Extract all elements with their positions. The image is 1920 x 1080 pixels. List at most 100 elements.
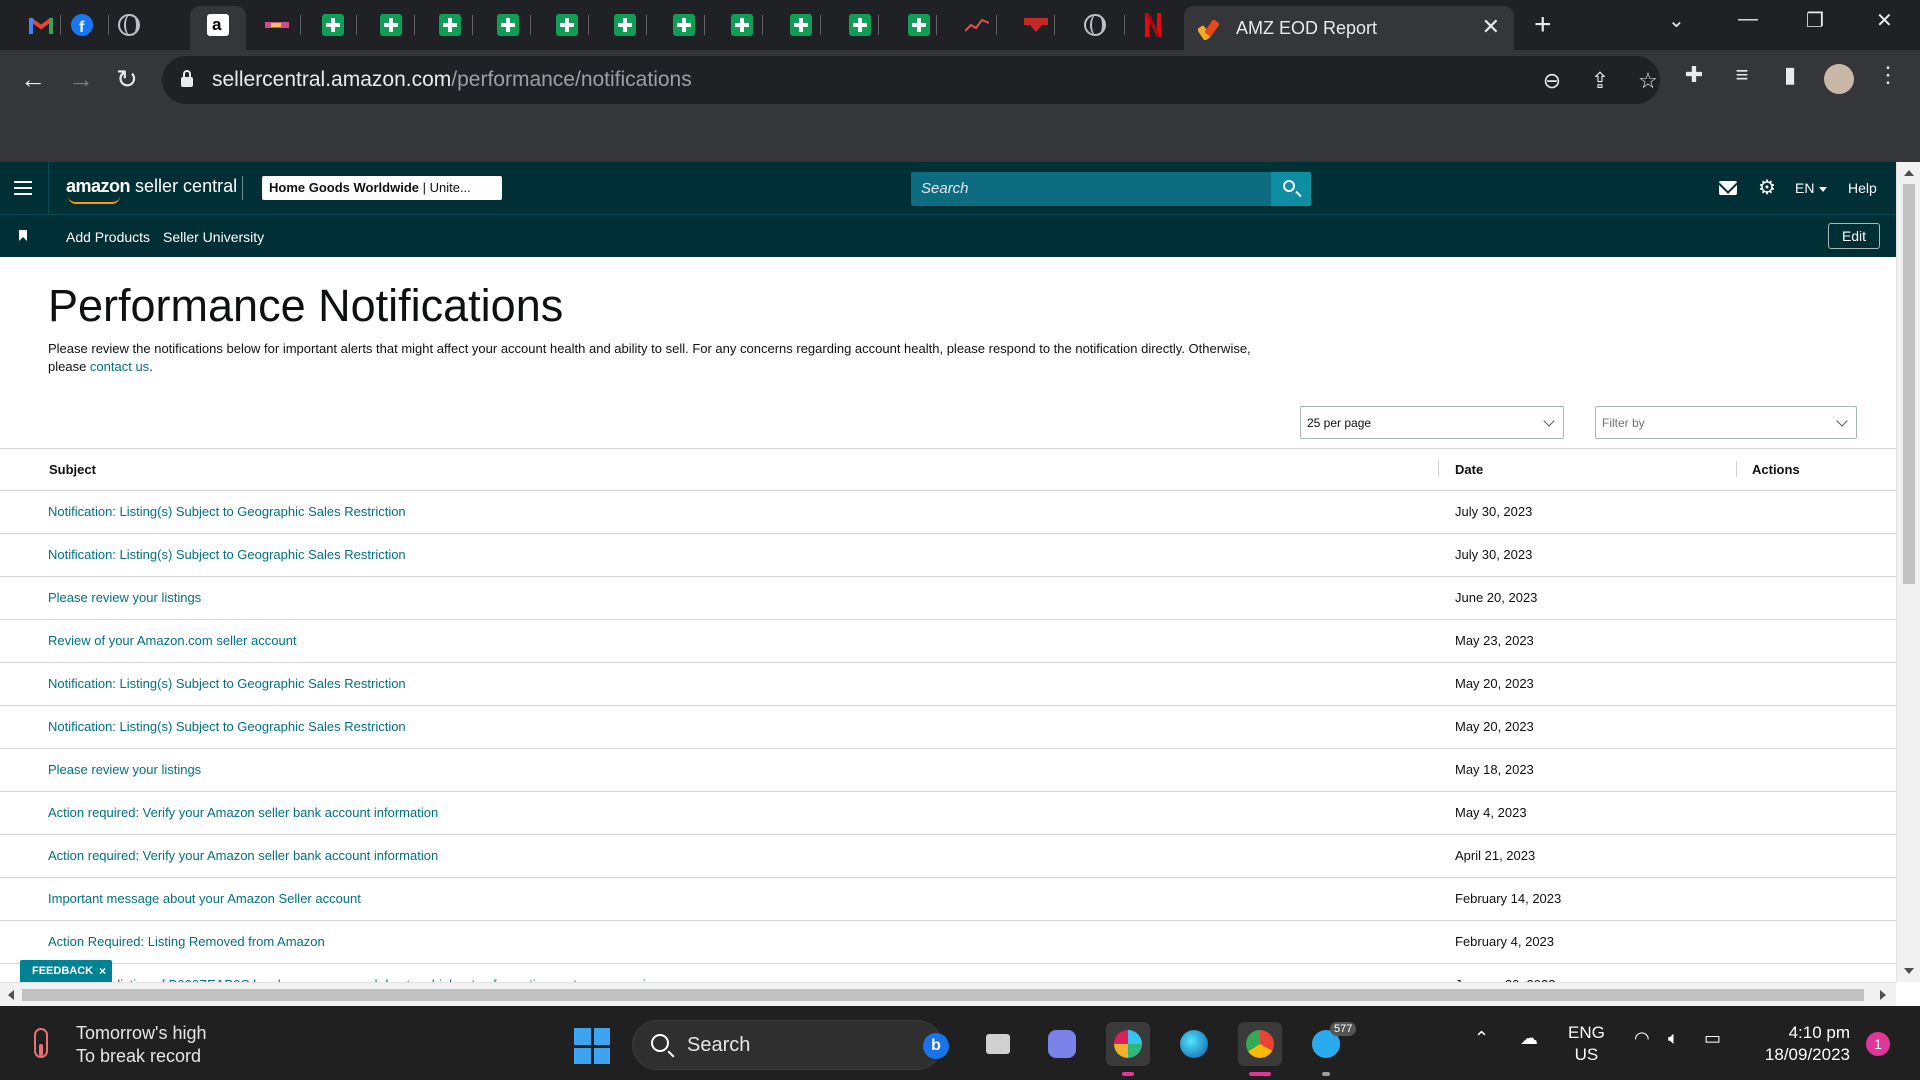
scroll-up-icon[interactable]	[1904, 170, 1914, 176]
close-tab-icon[interactable]: ✕	[1482, 14, 1500, 40]
per-page-select[interactable]: 25 per page	[1300, 406, 1564, 439]
help-link[interactable]: Help	[1848, 180, 1877, 196]
sheets-icon	[790, 14, 812, 36]
sheets-tab[interactable]	[610, 10, 640, 40]
onedrive-icon[interactable]: ☁	[1520, 1028, 1538, 1049]
globe-tab[interactable]	[1080, 10, 1110, 40]
flag-site-tab[interactable]	[1021, 10, 1051, 40]
netflix-tab[interactable]	[1138, 10, 1168, 40]
chevron-up-icon[interactable]: ⌃	[1474, 1028, 1489, 1049]
bing-icon[interactable]: b	[923, 1033, 949, 1059]
notification-subject-link[interactable]: Please review your listings	[48, 762, 201, 777]
nav-link-add-products[interactable]: Add Products	[66, 229, 150, 245]
extensions-icon[interactable]: ✚	[1682, 62, 1706, 87]
account-switcher[interactable]: Home Goods Worldwide | Unite...	[262, 176, 502, 200]
teams-chat-icon[interactable]	[1040, 1022, 1084, 1066]
search-input[interactable]: Search	[911, 172, 1271, 206]
notification-subject-link[interactable]: Action required: Verify your Amazon sell…	[48, 848, 438, 863]
clock[interactable]: 4:10 pm 18/09/2023	[1754, 1022, 1850, 1066]
chart-site-tab[interactable]	[962, 10, 992, 40]
bookmark-star-icon[interactable]: ☆	[1636, 68, 1660, 93]
contact-us-link[interactable]: contact us	[90, 359, 149, 374]
active-tab[interactable]: AMZ EOD Report ✕	[1184, 6, 1514, 50]
notification-subject-link[interactable]: Please review your listings	[48, 590, 201, 605]
back-icon[interactable]: ←	[20, 64, 46, 95]
sheets-icon	[380, 14, 402, 36]
telegram-icon[interactable]: 577	[1304, 1022, 1357, 1076]
notification-subject-link[interactable]: Important message about your Amazon Sell…	[48, 891, 361, 906]
sheets-tab[interactable]	[904, 10, 934, 40]
edge-icon[interactable]	[1172, 1022, 1216, 1066]
close-feedback-icon[interactable]: ×	[99, 964, 106, 978]
battery-icon[interactable]: ▭	[1704, 1028, 1721, 1049]
browser-menu-icon[interactable]: ⋮	[1876, 62, 1900, 87]
sheets-tab[interactable]	[845, 10, 875, 40]
feedback-button[interactable]: FEEDBACK ×	[20, 960, 112, 982]
sheets-tab[interactable]	[552, 10, 582, 40]
notification-subject-link[interactable]: Notification: Listing(s) Subject to Geog…	[48, 719, 406, 734]
notification-subject-link[interactable]: Action Required: Listing Removed from Am…	[48, 934, 325, 949]
seller-central-logo[interactable]: amazon seller central	[66, 176, 237, 204]
reload-icon[interactable]: ↻	[116, 64, 138, 95]
chrome-icon[interactable]	[1238, 1022, 1282, 1076]
new-tab-button[interactable]: +	[1534, 8, 1552, 42]
column-subject[interactable]: Subject	[49, 462, 96, 477]
task-view-icon[interactable]	[976, 1022, 1020, 1066]
notification-subject-link[interactable]: Notification: Listing(s) Subject to Geog…	[48, 547, 406, 562]
filter-select[interactable]: Filter by	[1595, 406, 1857, 439]
notification-subject-link[interactable]: Notification: Listing(s) Subject to Geog…	[48, 504, 406, 519]
notification-date: February 14, 2023	[1455, 891, 1562, 906]
tab-search-icon[interactable]: ⌄	[1668, 8, 1685, 33]
forward-icon[interactable]: →	[68, 64, 94, 95]
share-icon[interactable]: ⇪	[1588, 68, 1612, 93]
edit-nav-button[interactable]: Edit	[1828, 223, 1880, 249]
wifi-icon[interactable]: ◠	[1634, 1028, 1650, 1049]
sheets-tab[interactable]	[786, 10, 816, 40]
gear-icon[interactable]: ⚙	[1757, 178, 1777, 198]
profile-avatar[interactable]	[1824, 64, 1854, 94]
mail-icon[interactable]	[1719, 181, 1737, 195]
sheets-tab[interactable]	[727, 10, 757, 40]
scroll-right-icon[interactable]	[1880, 990, 1886, 1000]
bookmark-icon[interactable]	[19, 230, 27, 241]
side-panel-icon[interactable]: ▮	[1778, 62, 1802, 87]
sheets-tab[interactable]	[493, 10, 523, 40]
slack-icon[interactable]	[1106, 1022, 1150, 1076]
notification-badge[interactable]: 1	[1866, 1032, 1890, 1056]
notification-subject-link[interactable]: Action required: Verify your Amazon sell…	[48, 805, 438, 820]
weather-widget[interactable]: Tomorrow's high To break record	[76, 1022, 206, 1068]
restore-icon[interactable]: ❐	[1806, 8, 1824, 33]
scroll-down-icon[interactable]	[1904, 968, 1914, 974]
site-tab[interactable]	[262, 10, 292, 40]
sheets-tab[interactable]	[669, 10, 699, 40]
sheets-tab[interactable]	[376, 10, 406, 40]
gmail-tab[interactable]	[26, 10, 56, 40]
globe-tab[interactable]	[114, 10, 144, 40]
language-selector[interactable]: EN	[1795, 180, 1828, 196]
vertical-scrollbar[interactable]	[1896, 162, 1920, 982]
windows-start-icon[interactable]	[574, 1028, 610, 1064]
table-row: Important message about your Amazon Sell…	[0, 878, 1896, 921]
notification-subject-link[interactable]: Notification: Listing(s) Subject to Geog…	[48, 676, 406, 691]
notification-subject-link[interactable]: Review of your Amazon.com seller account	[48, 633, 297, 648]
column-date[interactable]: Date	[1455, 462, 1483, 477]
close-window-icon[interactable]: ✕	[1876, 8, 1893, 33]
input-language[interactable]: ENG US	[1568, 1022, 1605, 1066]
taskbar-search[interactable]: Search b	[632, 1020, 949, 1070]
scroll-left-icon[interactable]	[8, 990, 14, 1000]
volume-icon[interactable]: 🔈︎	[1668, 1028, 1679, 1049]
menu-icon[interactable]	[14, 181, 32, 195]
search-button[interactable]	[1271, 172, 1311, 206]
address-bar[interactable]: sellercentral.amazon.com/performance/not…	[162, 56, 1660, 104]
thermometer-icon[interactable]	[34, 1028, 48, 1058]
media-icon[interactable]: ≡	[1730, 62, 1754, 87]
horizontal-scrollbar[interactable]	[0, 982, 1896, 1006]
nav-link-seller-university[interactable]: Seller University	[163, 229, 264, 245]
zoom-icon[interactable]: ⊖	[1540, 68, 1564, 93]
facebook-tab[interactable]: f	[67, 10, 97, 40]
amazon-tab[interactable]: a	[203, 10, 233, 40]
sheets-tab[interactable]	[435, 10, 465, 40]
search-icon	[1283, 180, 1295, 192]
minimize-icon[interactable]: —	[1738, 8, 1758, 31]
sheets-tab[interactable]	[318, 10, 348, 40]
